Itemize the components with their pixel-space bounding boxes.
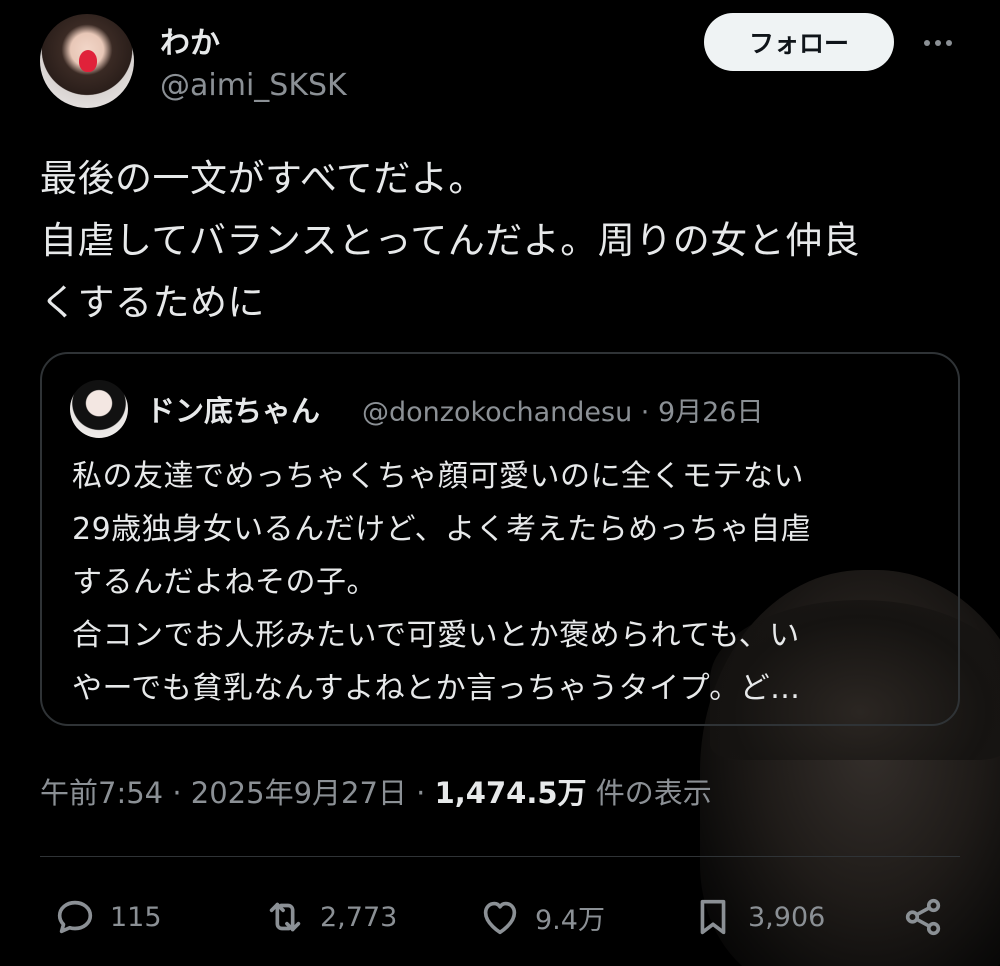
quoted-author-handle-date: @donzokochandesu · 9月26日 <box>362 397 764 428</box>
repost-button[interactable]: 2,773 <box>262 893 397 941</box>
like-button[interactable]: 9.4万 <box>477 893 605 941</box>
quoted-author-name: ドン底ちゃん <box>146 394 321 428</box>
quoted-tweet-text: 私の友達でめっちゃくちゃ顔可愛いのに全くモテない 29歳独身女いるんだけど、よく… <box>72 450 942 715</box>
tweet-line: 最後の一文がすべてだよ。 <box>40 157 486 200</box>
quoted-line: 合コンでお人形みたいで可愛いとか褒められても、い <box>72 618 800 653</box>
quoted-line: 29歳独身女いるんだけど、よく考えたらめっちゃ自虐 <box>72 512 812 547</box>
reply-count: 115 <box>110 901 162 933</box>
tweet-line: くするために <box>40 281 265 324</box>
author-display-name[interactable]: わか <box>160 18 220 62</box>
reply-button[interactable]: 115 <box>52 893 162 941</box>
author-handle[interactable]: @aimi_SKSK <box>160 68 347 103</box>
more-icon[interactable] <box>918 28 958 58</box>
quoted-author-avatar <box>70 380 128 438</box>
bookmark-button[interactable]: 3,906 <box>690 893 825 941</box>
quoted-tweet[interactable]: ドン底ちゃん @donzokochandesu · 9月26日 私の友達でめっち… <box>40 352 960 726</box>
bookmark-count: 3,906 <box>748 901 826 933</box>
share-icon <box>905 898 941 936</box>
quoted-line: 私の友達でめっちゃくちゃ顔可愛いのに全くモテない <box>72 459 804 494</box>
tweet-meta: 午前7:54 · 2025年9月27日 · 1,474.5万 件の表示 <box>40 770 712 812</box>
repost-count: 2,773 <box>320 901 398 933</box>
like-icon <box>483 901 517 935</box>
like-count: 9.4万 <box>535 904 605 936</box>
view-count-label: 件の表示 <box>586 776 712 810</box>
bookmark-icon <box>700 899 726 935</box>
divider <box>40 856 960 857</box>
share-button[interactable] <box>900 893 946 941</box>
tweet-line: 自虐してバランスとってんだよ。周りの女と仲良 <box>40 219 861 262</box>
view-count[interactable]: 1,474.5万 <box>435 776 587 810</box>
tweet-text: 最後の一文がすべてだよ。 自虐してバランスとってんだよ。周りの女と仲良 くするた… <box>40 148 960 334</box>
author-avatar[interactable] <box>40 14 134 108</box>
quoted-line: するんだよねその子。 <box>72 565 377 600</box>
quoted-line: やーでも貧乳なんすよねとか言っちゃうタイプ。ど... <box>72 671 801 706</box>
repost-icon <box>269 902 301 932</box>
timestamp[interactable]: 午前7:54 · 2025年9月27日 · <box>40 776 435 810</box>
follow-button[interactable]: フォロー <box>704 13 894 71</box>
strawberry-icon <box>79 50 97 72</box>
reply-icon <box>57 900 93 934</box>
tweet-detail-view: わか @aimi_SKSK フォロー 最後の一文がすべてだよ。 自虐してバランス… <box>0 0 1000 966</box>
